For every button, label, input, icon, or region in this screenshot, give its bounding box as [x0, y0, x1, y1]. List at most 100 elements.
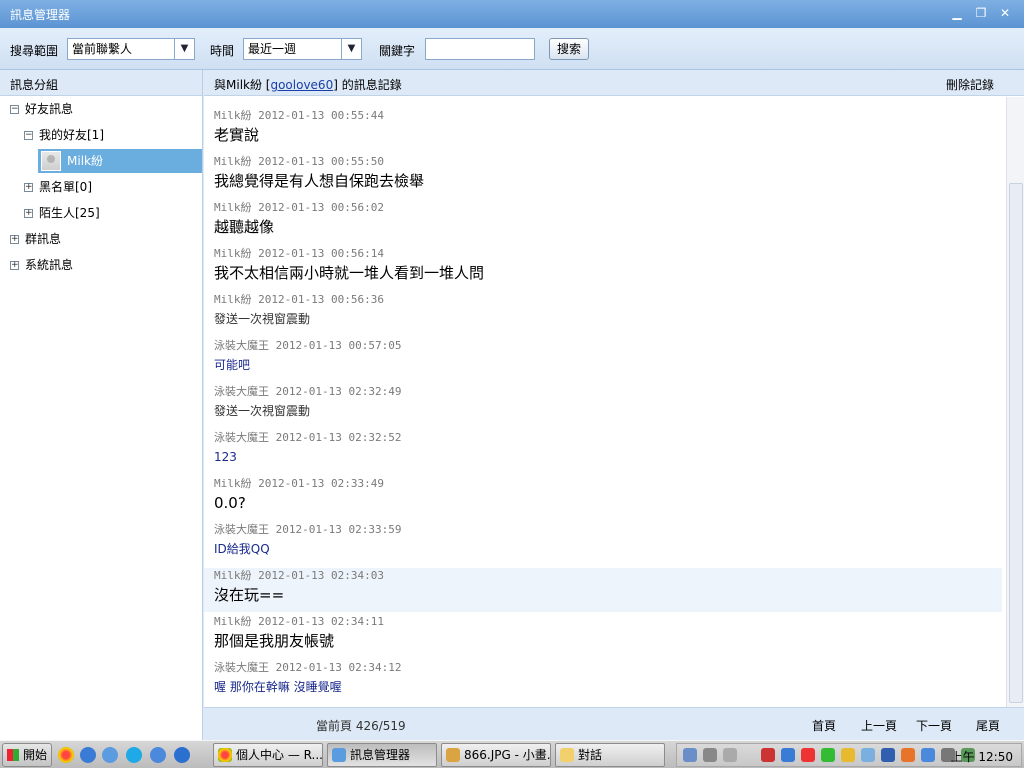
scrollbar-thumb[interactable]	[1009, 183, 1023, 703]
message-record-panel: 與Milk紛 [goolove60] 的訊息記錄 刪除記錄 Milk紛 2012…	[204, 70, 1024, 740]
keyword-input[interactable]	[425, 38, 535, 60]
message-item: Milk紛 2012-01-13 02:34:03 沒在玩==	[204, 568, 1002, 612]
chevron-down-icon[interactable]: ▼	[341, 39, 361, 59]
tree-item-group-messages[interactable]: + 群訊息	[10, 227, 200, 251]
range-label: 搜尋範圍	[10, 44, 59, 58]
start-button[interactable]: 開始	[2, 743, 52, 767]
task-chat[interactable]: 對話	[555, 743, 665, 767]
message-time: 2012-01-13 02:33:59	[275, 523, 402, 536]
search-button[interactable]: 搜索	[549, 38, 589, 60]
ie-icon[interactable]	[174, 747, 190, 763]
time-select-value: 最近一週	[248, 42, 297, 56]
task-label: 對話	[578, 748, 603, 762]
range-select[interactable]: 當前聯繫人 ▼	[67, 38, 195, 60]
tray-tool-icon[interactable]	[703, 748, 717, 762]
message-text: 那個是我朋友帳號	[214, 632, 335, 650]
message-sender: Milk紛	[214, 615, 252, 628]
tree-item-strangers[interactable]: + 陌生人[25]	[24, 201, 200, 225]
delete-records-button[interactable]: 刪除記錄	[946, 76, 994, 93]
chevron-down-icon[interactable]: ▼	[174, 39, 194, 59]
message-text: 沒在玩==	[214, 586, 285, 604]
record-header: 與Milk紛 [goolove60] 的訊息記錄 刪除記錄	[204, 70, 1024, 96]
task-label: 訊息管理器	[350, 748, 411, 762]
message-text: 老實說	[214, 126, 260, 144]
record-title-prefix: 與Milk紛 [	[214, 78, 271, 92]
message-item: 泳裝大魔王 2012-01-13 00:57:05 可能吧	[204, 338, 1002, 376]
expand-icon[interactable]: +	[24, 208, 33, 218]
keyword-label: 關鍵字	[379, 44, 416, 58]
message-item: Milk紛 2012-01-13 00:56:36 發送一次視窗震動	[204, 292, 1002, 330]
message-text: 我總覺得是有人想自保跑去檢舉	[214, 172, 425, 190]
message-time: 2012-01-13 00:57:05	[275, 339, 402, 352]
message-list: Milk紛 2012-01-13 00:55:44 老實說 Milk紛 2012…	[204, 97, 1004, 707]
title-bar: 訊息管理器 ▁ ❐ ✕	[0, 0, 1024, 28]
task-label: 個人中心 — R...	[236, 748, 323, 762]
avatar	[41, 151, 61, 171]
tray-keyboard-icon[interactable]	[683, 748, 697, 762]
message-text: ID給我QQ	[214, 542, 270, 556]
task-chrome[interactable]: 個人中心 — R...	[213, 743, 323, 767]
tray-network-icon[interactable]	[861, 748, 875, 762]
collapse-icon[interactable]: −	[10, 104, 19, 114]
close-icon[interactable]: ✕	[998, 6, 1012, 20]
tree-item-label: 陌生人[25]	[39, 206, 100, 220]
message-sender: 泳裝大魔王	[214, 431, 269, 444]
next-page-button[interactable]: 下一頁	[916, 717, 952, 734]
tree-item-friend-messages[interactable]: − 好友訊息	[10, 97, 200, 121]
paint-icon	[446, 748, 460, 762]
first-page-button[interactable]: 首頁	[812, 717, 836, 734]
tree-item-label: 我的好友[1]	[39, 128, 104, 142]
minimize-icon[interactable]: ▁	[950, 6, 964, 20]
tree-item-blacklist[interactable]: + 黑名單[0]	[24, 175, 200, 199]
tree-item-contact-milk[interactable]: Milk紛	[38, 149, 202, 173]
window-controls: ▁ ❐ ✕	[950, 6, 1012, 20]
message-item: 泳裝大魔王 2012-01-13 02:34:12 喔 那你在幹嘛 沒睡覺喔	[204, 660, 1002, 698]
chrome-icon[interactable]	[58, 747, 74, 763]
message-sender: Milk紛	[214, 569, 252, 582]
time-select[interactable]: 最近一週 ▼	[243, 38, 362, 60]
tray-messenger-icon[interactable]	[781, 748, 795, 762]
tray-chat-icon[interactable]	[921, 748, 935, 762]
record-title-suffix: ] 的訊息記錄	[333, 78, 402, 92]
task-message-manager[interactable]: 訊息管理器	[327, 743, 437, 767]
messenger-icon[interactable]	[150, 747, 166, 763]
tree-item-my-friends[interactable]: − 我的好友[1]	[24, 123, 200, 147]
expand-icon[interactable]: +	[10, 260, 19, 270]
message-text: 可能吧	[214, 358, 251, 372]
last-page-button[interactable]: 尾頁	[976, 717, 1000, 734]
tray-pinyin-icon[interactable]	[841, 748, 855, 762]
contact-id-link[interactable]: goolove60	[270, 78, 333, 92]
message-time: 2012-01-13 00:55:44	[258, 109, 384, 122]
collapse-icon[interactable]: −	[24, 130, 33, 140]
message-scrollbar[interactable]	[1006, 97, 1024, 707]
qq-browser-icon[interactable]	[102, 747, 118, 763]
tree-item-system-messages[interactable]: + 系統訊息	[10, 253, 200, 277]
message-text: 發送一次視窗震動	[214, 404, 311, 418]
tree-item-label: Milk紛	[67, 154, 103, 168]
record-title: 與Milk紛 [goolove60] 的訊息記錄	[214, 76, 402, 93]
maximize-icon[interactable]: ❐	[974, 6, 988, 20]
tray-qq-icon[interactable]	[761, 748, 775, 762]
expand-icon[interactable]: +	[24, 182, 33, 192]
tray-app-icon[interactable]	[723, 748, 737, 762]
prev-page-button[interactable]: 上一頁	[861, 717, 897, 734]
start-label: 開始	[23, 748, 48, 762]
system-tray: 上午 12:50	[676, 743, 1022, 767]
message-time: 2012-01-13 02:34:12	[275, 661, 402, 674]
current-page-info: 當前頁 426/519	[316, 719, 406, 733]
skype-icon[interactable]	[126, 747, 142, 763]
task-paint[interactable]: 866.JPG - 小畫...	[441, 743, 551, 767]
message-sender: 泳裝大魔王	[214, 661, 269, 674]
message-time: 2012-01-13 02:33:49	[258, 477, 384, 490]
chrome-icon	[218, 748, 232, 762]
tray-security-icon[interactable]	[821, 748, 835, 762]
message-sender: 泳裝大魔王	[214, 339, 269, 352]
group-tree-panel: 訊息分組 − 好友訊息 − 我的好友[1] Milk紛 + 黑名單[0] + 陌…	[0, 70, 203, 740]
tray-display-icon[interactable]	[881, 748, 895, 762]
expand-icon[interactable]: +	[10, 234, 19, 244]
media-player-icon[interactable]	[80, 747, 96, 763]
tray-qq2-icon[interactable]	[801, 748, 815, 762]
tray-browser-icon[interactable]	[901, 748, 915, 762]
group-tree-header: 訊息分組	[0, 70, 202, 96]
message-text: 發送一次視窗震動	[214, 312, 311, 326]
